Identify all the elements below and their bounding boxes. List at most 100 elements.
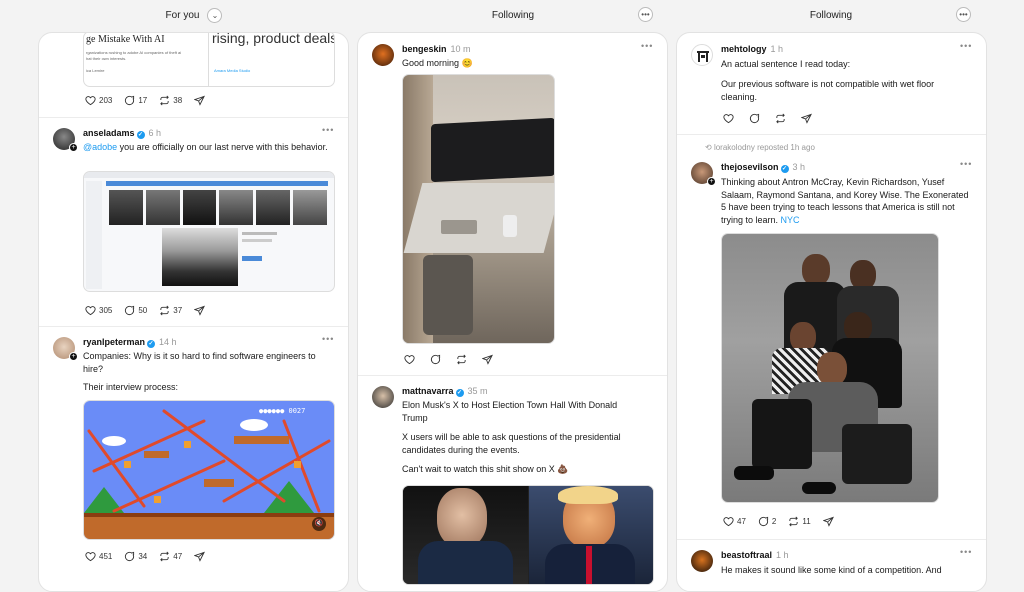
desk-logo-icon xyxy=(697,51,709,62)
username[interactable]: bengeskin 10 m xyxy=(402,44,471,54)
post-image-screenshot[interactable] xyxy=(83,171,335,292)
post[interactable]: beastoftraal 1 h ••• He makes it sound li… xyxy=(677,540,986,591)
repost-text: lorakolodny reposted 1h ago xyxy=(713,143,815,152)
repost-button[interactable]: 11 xyxy=(788,516,811,527)
repost-icon xyxy=(160,305,170,316)
timestamp: 14 h xyxy=(159,337,177,347)
heart-icon xyxy=(85,306,96,316)
reply-button[interactable]: 2 xyxy=(758,516,776,527)
post-image-candidates[interactable] xyxy=(402,485,654,585)
share-button[interactable] xyxy=(482,354,496,365)
follow-plus-icon[interactable]: + xyxy=(69,143,78,152)
timestamp: 1 h xyxy=(776,550,789,560)
reply-button[interactable]: 50 xyxy=(124,305,147,316)
post-image-exonerated-five[interactable] xyxy=(721,233,939,503)
post[interactable]: + ryanlpeterman ✓ 14 h ••• Companies: Why … xyxy=(39,327,348,587)
reply-button[interactable] xyxy=(749,113,763,124)
username[interactable]: ryanlpeterman ✓ 14 h xyxy=(83,337,177,348)
heart-icon xyxy=(85,96,96,106)
heart-icon xyxy=(404,355,415,365)
column-header-for-you[interactable]: For you ⌄ xyxy=(40,0,348,30)
like-button[interactable]: 203 xyxy=(85,95,112,106)
more-icon[interactable]: ••• xyxy=(960,547,972,557)
more-icon[interactable]: ••• xyxy=(322,125,334,135)
timestamp: 10 m xyxy=(450,44,471,54)
send-icon xyxy=(194,551,206,562)
more-icon[interactable]: ••• xyxy=(322,334,334,344)
timestamp: 6 h xyxy=(148,128,162,138)
reply-button[interactable]: 34 xyxy=(124,551,147,562)
avatar[interactable] xyxy=(691,550,713,572)
post[interactable]: mehtology 1 h ••• An actual sentence I re… xyxy=(677,33,986,135)
post[interactable]: ge Mistake With AI rganizations rushing … xyxy=(39,33,348,118)
post[interactable]: + anseladams ✓ 6 h ••• @adobe you are offi… xyxy=(39,118,348,327)
like-button[interactable]: 451 xyxy=(85,551,112,562)
username[interactable]: thejosevilson ✓ 3 h xyxy=(721,162,805,173)
repost-icon xyxy=(457,354,466,365)
send-icon xyxy=(482,354,493,365)
post-image-desk-setup[interactable] xyxy=(402,74,555,344)
repost-count: 47 xyxy=(173,552,183,561)
username[interactable]: anseladams ✓ 6 h xyxy=(83,128,161,139)
post-text: Can't wait to watch this shit show on X … xyxy=(402,464,569,474)
avatar[interactable] xyxy=(691,44,713,66)
like-button[interactable] xyxy=(723,113,737,124)
more-icon[interactable]: ••• xyxy=(641,41,653,51)
feed-column-following[interactable]: bengeskin 10 m ••• Good morning 😊 mattnav… xyxy=(357,32,668,592)
repost-button[interactable]: 47 xyxy=(159,551,182,562)
mention-link[interactable]: @adobe xyxy=(83,142,117,152)
hashtag-link[interactable]: NYC xyxy=(781,215,800,225)
repost-indicator[interactable]: ⟲ lorakolodny reposted 1h ago xyxy=(705,143,815,152)
avatar[interactable] xyxy=(372,386,394,408)
like-button[interactable]: 305 xyxy=(85,305,112,316)
post-image-article[interactable]: ge Mistake With AI rganizations rushing … xyxy=(83,33,335,87)
heart-icon xyxy=(85,552,96,562)
like-count: 203 xyxy=(99,96,113,105)
timestamp: 1 h xyxy=(770,44,784,54)
share-button[interactable] xyxy=(194,551,208,562)
share-button[interactable] xyxy=(194,95,208,106)
share-button[interactable] xyxy=(801,113,815,124)
share-button[interactable] xyxy=(194,305,208,316)
post[interactable]: mattnavarra ✓ 35 m Elon Musk's X to Host E… xyxy=(358,376,667,591)
repost-count: 38 xyxy=(173,96,183,105)
reply-button[interactable] xyxy=(430,354,444,365)
post[interactable]: bengeskin 10 m ••• Good morning 😊 xyxy=(358,33,667,376)
username[interactable]: mehtology 1 h xyxy=(721,44,783,54)
more-icon[interactable]: ••• xyxy=(638,7,653,22)
reply-button[interactable]: 17 xyxy=(124,95,147,106)
chevron-down-icon[interactable]: ⌄ xyxy=(207,7,223,23)
follow-plus-icon[interactable]: + xyxy=(707,177,716,186)
repost-icon xyxy=(789,516,799,527)
feed-column-following-2[interactable]: mehtology 1 h ••• An actual sentence I re… xyxy=(676,32,987,592)
like-button[interactable]: 47 xyxy=(723,516,746,527)
heart-icon xyxy=(723,114,734,124)
like-count: 47 xyxy=(737,517,746,526)
username[interactable]: beastoftraal 1 h xyxy=(721,550,789,560)
post[interactable]: ⟲ lorakolodny reposted 1h ago + thejosev… xyxy=(677,135,986,540)
username-text: ryanlpeterman xyxy=(83,337,146,347)
more-icon[interactable]: ••• xyxy=(960,159,972,169)
mute-icon[interactable]: 🔇 xyxy=(312,517,326,531)
username-text: thejosevilson xyxy=(721,162,779,172)
share-button[interactable] xyxy=(822,516,837,527)
post-image-mario-level[interactable]: ●●●●●● 0027 🔇 xyxy=(83,400,335,540)
comment-icon xyxy=(430,354,441,365)
repost-button[interactable]: 38 xyxy=(159,95,182,106)
like-button[interactable] xyxy=(404,354,418,365)
avatar[interactable] xyxy=(372,44,394,66)
more-icon[interactable]: ••• xyxy=(960,41,972,51)
repost-button[interactable] xyxy=(775,113,789,124)
feed-column-for-you[interactable]: ge Mistake With AI rganizations rushing … xyxy=(38,32,349,592)
comment-icon xyxy=(125,305,135,316)
comment-icon xyxy=(749,113,760,124)
username-text: anseladams xyxy=(83,128,135,138)
repost-icon: ⟲ xyxy=(705,143,712,152)
more-icon[interactable]: ••• xyxy=(956,7,971,22)
username[interactable]: mattnavarra ✓ 35 m xyxy=(402,386,488,397)
send-icon xyxy=(194,95,206,106)
repost-button[interactable]: 37 xyxy=(159,305,182,316)
repost-button[interactable] xyxy=(456,354,470,365)
follow-plus-icon[interactable]: + xyxy=(69,352,78,361)
username-text: mehtology xyxy=(721,44,767,54)
